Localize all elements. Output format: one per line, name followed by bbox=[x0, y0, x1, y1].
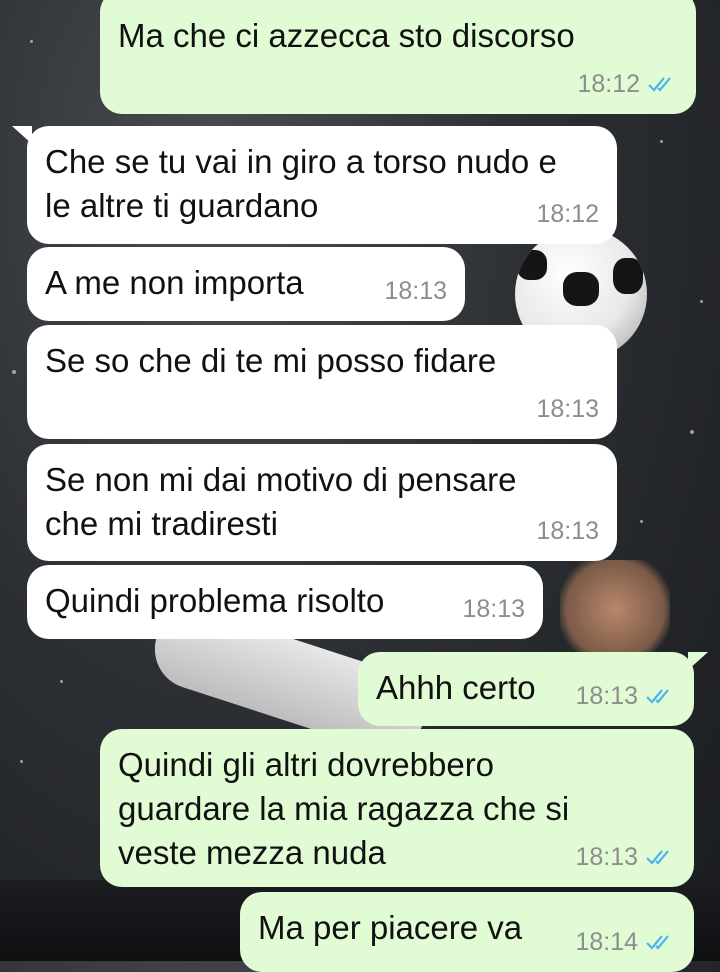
incoming-message-bubble[interactable]: Se so che di te mi posso fidare 18:13 bbox=[27, 325, 617, 439]
message-text: Che se tu vai in giro a torso nudo e le … bbox=[45, 143, 557, 224]
outgoing-message-bubble[interactable]: Ma per piacere va 18:14 bbox=[240, 892, 694, 972]
message-meta: 18:12 bbox=[536, 192, 599, 236]
message-text: Ma che ci azzecca sto discorso bbox=[118, 17, 575, 54]
message-text: Quindi problema risolto bbox=[45, 582, 385, 619]
message-time: 18:13 bbox=[536, 517, 599, 545]
message-time: 18:12 bbox=[577, 70, 640, 98]
incoming-message-bubble[interactable]: Che se tu vai in giro a torso nudo e le … bbox=[27, 126, 617, 244]
outgoing-message-bubble[interactable]: Ahhh certo 18:13 bbox=[358, 652, 694, 726]
message-time: 18:13 bbox=[575, 682, 638, 710]
double-check-icon bbox=[648, 77, 671, 92]
message-text: Se so che di te mi posso fidare bbox=[45, 342, 497, 379]
double-check-icon bbox=[646, 850, 669, 865]
message-meta: 18:14 bbox=[575, 920, 676, 964]
message-time: 18:13 bbox=[575, 843, 638, 871]
message-time: 18:13 bbox=[462, 595, 525, 623]
message-time: 18:12 bbox=[536, 200, 599, 228]
bubble-tail bbox=[688, 652, 708, 670]
message-meta: 18:13 bbox=[575, 835, 676, 879]
message-meta: 18:13 bbox=[536, 509, 599, 553]
message-meta: 18:13 bbox=[536, 387, 599, 431]
message-time: 18:13 bbox=[536, 395, 599, 423]
incoming-message-bubble[interactable]: Quindi problema risolto 18:13 bbox=[27, 565, 543, 639]
message-meta: 18:12 bbox=[577, 62, 678, 106]
message-meta: 18:13 bbox=[462, 587, 525, 631]
outgoing-message-bubble[interactable]: Ma che ci azzecca sto discorso 18:12 bbox=[100, 0, 696, 114]
message-meta: 18:13 bbox=[575, 674, 676, 718]
message-time: 18:14 bbox=[575, 928, 638, 956]
bubble-tail bbox=[12, 126, 32, 144]
incoming-message-bubble[interactable]: A me non importa 18:13 bbox=[27, 247, 465, 321]
message-text: Se non mi dai motivo di pensare che mi t… bbox=[45, 461, 517, 542]
message-time: 18:13 bbox=[384, 277, 447, 305]
double-check-icon bbox=[646, 935, 669, 950]
message-meta: 18:13 bbox=[384, 269, 447, 313]
double-check-icon bbox=[646, 689, 669, 704]
outgoing-message-bubble[interactable]: Quindi gli altri dovrebbero guardare la … bbox=[100, 729, 694, 887]
incoming-message-bubble[interactable]: Se non mi dai motivo di pensare che mi t… bbox=[27, 444, 617, 561]
